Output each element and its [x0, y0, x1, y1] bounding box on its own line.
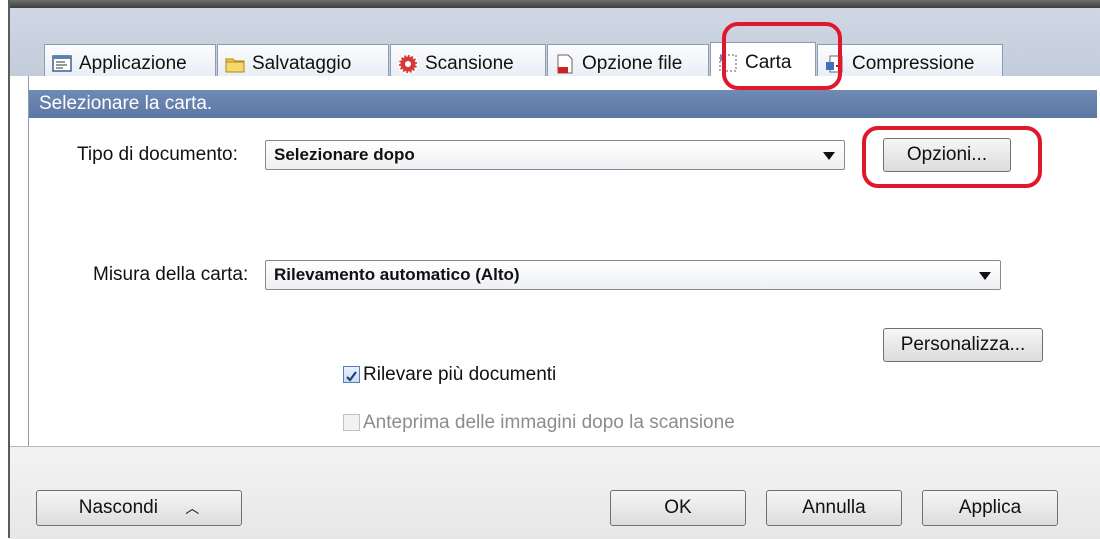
preview-checkbox[interactable]: [343, 414, 360, 431]
tab-label: Opzione file: [582, 52, 683, 74]
scan-settings-window: Applicazione Salvataggio Scansione Opzio…: [8, 0, 1100, 539]
preview-label: Anteprima delle immagini dopo la scansio…: [363, 412, 735, 433]
hide-button[interactable]: Nascondi ︿: [36, 490, 242, 526]
detect-multiple-checkbox[interactable]: [343, 366, 360, 383]
detect-multiple-label[interactable]: Rilevare più documenti: [363, 364, 556, 386]
compression-icon: [824, 53, 846, 75]
tab-label: Applicazione: [79, 52, 187, 74]
paper-size-select[interactable]: Rilevamento automatico (Alto): [265, 260, 1001, 290]
document-type-value: Selezionare dopo: [274, 145, 415, 164]
cancel-button[interactable]: Annulla: [766, 490, 902, 526]
ok-button[interactable]: OK: [610, 490, 746, 526]
file-option-icon: [554, 53, 576, 75]
tab-label: Carta: [745, 51, 792, 73]
footer-bar: Nascondi ︿ OK Annulla Applica: [10, 446, 1100, 539]
tab-label: Compressione: [852, 52, 975, 74]
chevron-down-icon: [823, 152, 835, 160]
apply-button[interactable]: Applica: [922, 490, 1058, 526]
application-icon: [51, 53, 73, 75]
customize-button[interactable]: Personalizza...: [883, 328, 1043, 362]
tab-strip: Applicazione Salvataggio Scansione Opzio…: [10, 8, 1100, 82]
options-button[interactable]: Opzioni...: [883, 138, 1011, 172]
chevron-down-icon: [979, 272, 991, 280]
tab-label: Scansione: [425, 52, 514, 74]
scan-icon: [397, 53, 419, 75]
document-type-select[interactable]: Selezionare dopo: [265, 140, 845, 170]
folder-icon: [224, 53, 246, 75]
section-header: Selezionare la carta.: [29, 90, 1097, 118]
chevron-up-icon: ︿: [185, 500, 200, 516]
paper-settings-panel: Selezionare la carta. Tipo di documento:…: [28, 76, 1100, 446]
paper-icon: [717, 52, 739, 74]
tab-label: Salvataggio: [252, 52, 352, 74]
checkmark-icon: [346, 371, 357, 382]
window-top-border: [10, 0, 1100, 8]
document-type-label: Tipo di documento:: [77, 144, 238, 165]
hide-button-label: Nascondi: [78, 497, 158, 518]
paper-size-value: Rilevamento automatico (Alto): [274, 265, 520, 284]
paper-size-label: Misura della carta:: [93, 264, 249, 285]
